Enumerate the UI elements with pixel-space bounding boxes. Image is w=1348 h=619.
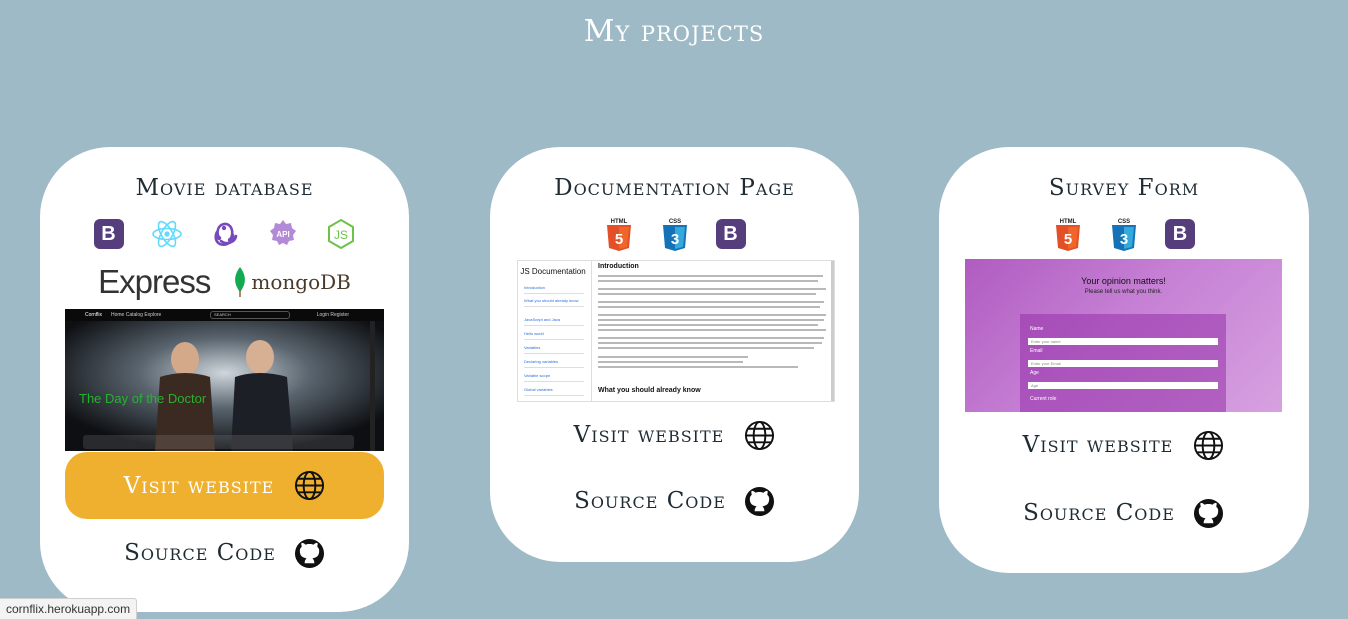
movie-poster-art [65,321,384,451]
github-icon [294,538,324,568]
tech-logos-row: Express mongoDB [40,263,409,301]
api-gear-icon: API [267,218,299,250]
project-card-documentation-page: Documentation Page HTML 5 CSS 3 B JS Docum… [490,147,859,562]
preview-movie-caption: The Day of the Doctor [79,391,207,406]
svg-text:3: 3 [670,231,678,248]
preview-heading: Introduction [598,263,639,270]
globe-icon [295,470,325,501]
source-code-button[interactable]: Source Code [964,495,1283,531]
visit-website-button[interactable]: Visit website [964,415,1283,475]
project-preview-screenshot: Your opinion matters! Please tell us wha… [965,259,1282,412]
project-title: Movie database [135,175,314,201]
preview-sidebar-link: Hello world [524,331,584,340]
tech-icons-row: HTML 5 CSS 3 B [490,218,859,251]
preview-subheading: What you should already know [598,387,701,394]
project-preview-screenshot: Cornflix Home Catalog Explore SEARCH Log… [65,309,384,451]
page-title: My projects [583,14,765,49]
preview-field-label: Current role [1030,396,1057,402]
globe-icon [745,420,775,450]
preview-sidebar-link: What you should already know [524,298,584,307]
bootstrap-icon: B [1164,218,1196,250]
svg-text:JS: JS [333,228,347,242]
preview-field-label: Name [1030,326,1044,332]
preview-sidebar-link: Global variables [524,387,584,396]
express-logo: Express [98,263,211,300]
redux-icon [209,218,241,250]
preview-blurb [83,435,354,449]
project-card-movie-database: Movie database B API JS Express mongoDB … [40,147,409,612]
bootstrap-icon: B [715,218,747,250]
svg-text:5: 5 [1064,231,1072,248]
source-code-label: Source Code [124,540,276,566]
svg-text:HTML: HTML [610,219,627,225]
svg-text:3: 3 [1120,231,1128,248]
visit-website-button[interactable]: Visit website [65,452,384,519]
visit-website-label: Visit website [573,422,725,448]
project-title: Survey Form [1048,175,1200,201]
visit-website-label: Visit website [123,472,275,499]
preview-sidebar-link: Introduction [524,285,584,294]
mongodb-logo: mongoDB [232,266,351,298]
html5-icon: HTML 5 [603,218,635,251]
svg-text:HTML: HTML [1060,219,1077,225]
preview-sidebar-link: JavaScript and Java [524,317,584,326]
react-icon [151,218,183,250]
nodejs-icon: JS [325,218,357,250]
css3-icon: CSS 3 [1108,218,1140,251]
preview-heading: Your opinion matters! [1081,276,1166,286]
svg-text:5: 5 [614,231,622,248]
github-icon [744,486,774,516]
source-code-label: Source Code [1023,500,1175,526]
source-code-label: Source Code [574,488,726,514]
preview-input: Enter your name [1028,338,1218,345]
preview-field-label: Age [1030,370,1039,376]
source-code-button[interactable]: Source Code [515,483,834,519]
visit-website-label: Visit website [1022,432,1174,458]
preview-form: Name Enter your name Email Enter your Em… [1020,314,1226,412]
project-title: Documentation Page [554,175,795,201]
preview-sidebar-title: JS Documentation [520,267,586,276]
bootstrap-icon: B [93,218,125,250]
project-card-survey-form: Survey Form HTML 5 CSS 3 B Your opinion ma… [939,147,1309,573]
tech-icons-row: HTML 5 CSS 3 B [939,218,1309,251]
globe-icon [1194,430,1224,460]
preview-sidebar-link: Variable scope [524,373,584,382]
svg-text:API: API [276,230,289,239]
browser-status-bar-url: cornflix.herokuapp.com [0,598,138,619]
preview-subheading: Please tell us what you think. [1084,289,1163,295]
html5-icon: HTML 5 [1052,218,1084,251]
tech-icons-row: B API JS [40,218,409,250]
preview-sidebar-link: Declaring variables [524,359,584,368]
visit-website-button[interactable]: Visit website [515,405,834,465]
svg-text:CSS: CSS [668,219,680,225]
mongodb-leaf-icon [235,267,246,297]
preview-input: Age [1028,382,1218,389]
svg-text:CSS: CSS [1118,219,1130,225]
preview-input: Enter your Email [1028,360,1218,367]
css3-icon: CSS 3 [659,218,691,251]
project-preview-screenshot: JS Documentation Introduction What you s… [517,260,835,402]
preview-sidebar-link: Variables [524,345,584,354]
preview-field-label: Email [1030,348,1043,354]
source-code-button[interactable]: Source Code [65,535,384,571]
github-icon [1193,498,1223,528]
